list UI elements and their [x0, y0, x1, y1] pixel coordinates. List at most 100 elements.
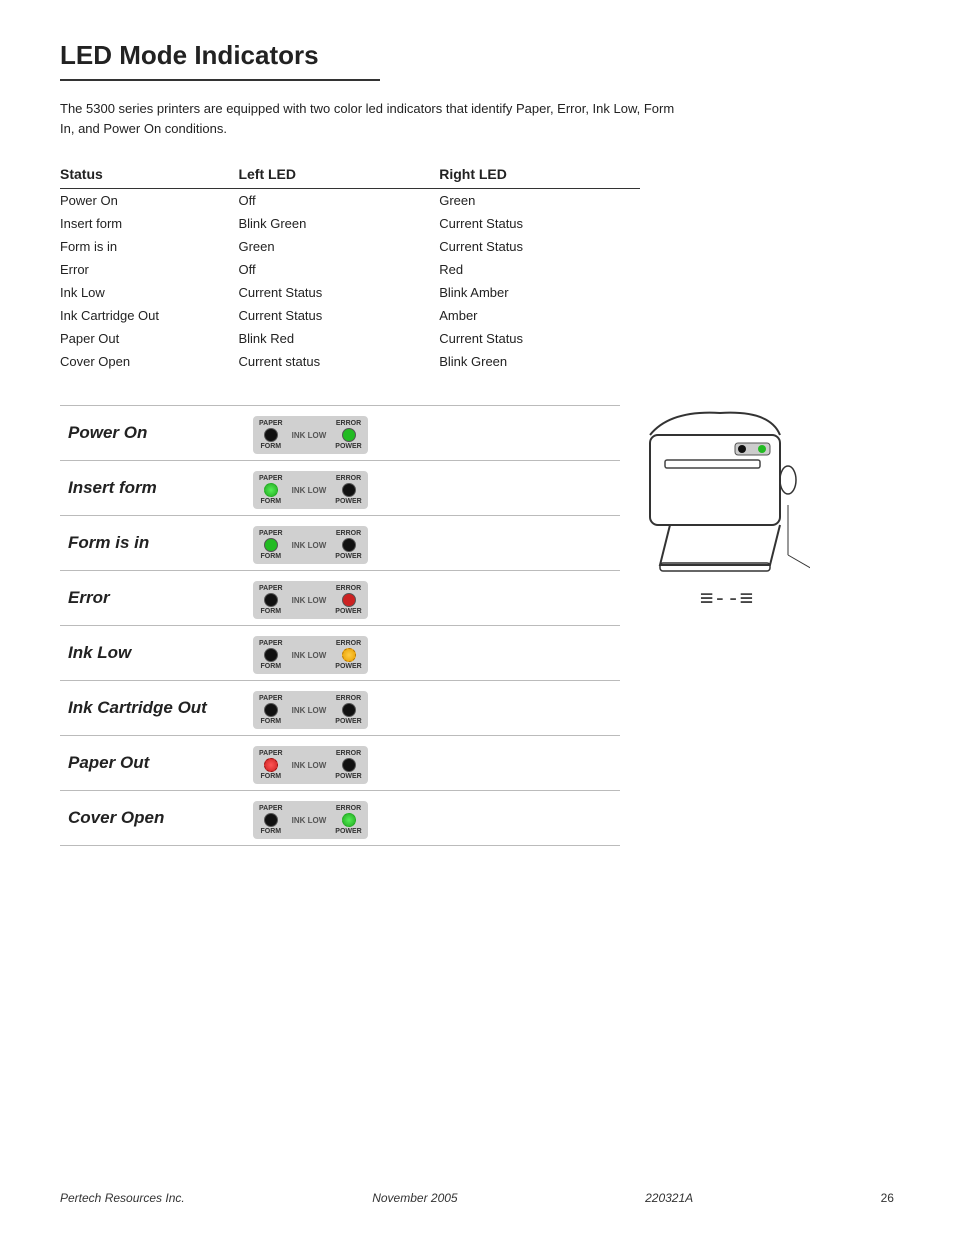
left-led-circle: [264, 813, 278, 827]
led-panel: PAPERFORMINK LOWERRORPOWER: [253, 801, 368, 839]
power-label: POWER: [335, 663, 361, 670]
left-led-circle: [264, 648, 278, 662]
left-led-circle: [264, 538, 278, 552]
status-cell: Green: [439, 189, 640, 213]
right-led-circle: [342, 483, 356, 497]
status-cell: Current Status: [238, 304, 439, 327]
left-led-group: PAPER FORM: [259, 585, 283, 615]
diagram-status-label: Form is in: [60, 516, 245, 571]
paper-label: PAPER: [259, 475, 283, 482]
diagram-status-label: Power On: [60, 406, 245, 461]
power-label: POWER: [335, 553, 361, 560]
indicator-table: Power OnPAPERFORMINK LOWERRORPOWERInsert…: [60, 405, 620, 846]
svg-text:≡--≡: ≡--≡: [700, 586, 753, 611]
led-panel: PAPERFORMINK LOWERRORPOWER: [253, 691, 368, 729]
diagram-led-cell: PAPERFORM INK LOW ERROR POWER: [245, 461, 620, 516]
paper-label: PAPER: [259, 530, 283, 537]
left-led-circle: [264, 593, 278, 607]
status-cell: Ink Cartridge Out: [60, 304, 238, 327]
error-label: ERROR: [336, 640, 361, 647]
led-panel: PAPERFORM INK LOW ERROR POWER: [253, 471, 368, 509]
status-cell: Blink Green: [238, 212, 439, 235]
left-led-group: PAPERFORM: [259, 695, 283, 725]
error-label: ERROR: [336, 750, 361, 757]
left-led-group: PAPER FORM: [259, 640, 283, 670]
status-cell: Ink Low: [60, 281, 238, 304]
diagram-led-cell: PAPERFORM INK LOW ERROR POWER: [245, 406, 620, 461]
printer-illustration: ≡--≡: [640, 405, 820, 688]
ink-low-label: INK LOW: [289, 761, 330, 770]
form-label: FORM: [261, 718, 282, 725]
led-panel: PAPERFORMINK LOWERRORPOWER: [253, 526, 368, 564]
right-led-group: ERROR POWER: [335, 805, 361, 835]
right-led-circle: [342, 648, 356, 662]
power-label: POWER: [335, 443, 361, 450]
ink-low-label: INK LOW: [289, 816, 330, 825]
status-cell: Error: [60, 258, 238, 281]
status-cell: Amber: [439, 304, 640, 327]
error-label: ERROR: [336, 475, 361, 482]
right-led-group: ERROR POWER: [335, 530, 361, 560]
error-label: ERROR: [336, 585, 361, 592]
power-label: POWER: [335, 498, 361, 505]
status-table: Status Left LED Right LED Power OnOffGre…: [60, 162, 640, 373]
paper-label: PAPER: [259, 585, 283, 592]
col-header-right-led: Right LED: [439, 162, 640, 189]
power-label: POWER: [335, 718, 361, 725]
diagram-led-cell: PAPERFORMINK LOWERRORPOWER: [245, 791, 620, 846]
status-cell: Off: [238, 189, 439, 213]
right-led-circle: [342, 538, 356, 552]
diagram-row: Ink LowPAPERFORMINK LOWERRORPOWER: [60, 626, 620, 681]
right-led-circle: [342, 593, 356, 607]
col-header-status: Status: [60, 162, 238, 189]
ink-low-label: INK LOW: [289, 431, 330, 440]
right-led-circle: [342, 813, 356, 827]
status-cell: Current Status: [238, 281, 439, 304]
status-cell: Green: [238, 235, 439, 258]
error-label: ERROR: [336, 420, 361, 427]
diagram-led-cell: PAPERFORMINK LOWERRORPOWER: [245, 516, 620, 571]
page-title: LED Mode Indicators: [60, 40, 894, 71]
right-led-circle: [342, 758, 356, 772]
title-divider: [60, 79, 380, 81]
left-led-group: PAPERFORM: [259, 475, 283, 505]
status-cell: Blink Amber: [439, 281, 640, 304]
diagram-row: Form is inPAPERFORMINK LOWERRORPOWER: [60, 516, 620, 571]
power-label: POWER: [335, 608, 361, 615]
ink-low-label: INK LOW: [289, 541, 330, 550]
diagram-status-label: Ink Low: [60, 626, 245, 681]
form-label: FORM: [261, 608, 282, 615]
diagram-status-label: Ink Cartridge Out: [60, 681, 245, 736]
ink-low-label: INK LOW: [289, 596, 330, 605]
led-panel: PAPERFORM INK LOW ERROR POWER: [253, 416, 368, 454]
ink-low-label: INK LOW: [289, 486, 330, 495]
paper-label: PAPER: [259, 640, 283, 647]
diagram-led-cell: PAPERFORMINK LOWERRORPOWER: [245, 681, 620, 736]
status-cell: Current Status: [439, 327, 640, 350]
paper-label: PAPER: [259, 420, 283, 427]
form-label: FORM: [261, 773, 282, 780]
power-label: POWER: [335, 828, 361, 835]
left-led-circle: [264, 703, 278, 717]
status-cell: Current status: [238, 350, 439, 373]
status-cell: Power On: [60, 189, 238, 213]
status-cell: Form is in: [60, 235, 238, 258]
footer-company: Pertech Resources Inc.: [60, 1191, 185, 1205]
form-label: FORM: [261, 663, 282, 670]
diagram-row: Paper OutPAPERFORMINK LOWERRORPOWER: [60, 736, 620, 791]
led-panel: PAPERFORMINK LOWERRORPOWER: [253, 746, 368, 784]
right-led-circle: [342, 703, 356, 717]
error-label: ERROR: [336, 530, 361, 537]
diagram-row: Power On PAPERFORM INK LOW ERROR POWER: [60, 406, 620, 461]
diagram-status-label: Paper Out: [60, 736, 245, 791]
left-led-group: PAPERFORM: [259, 420, 283, 450]
footer-doc-number: 220321A: [645, 1191, 693, 1205]
diagram-section: Power OnPAPERFORMINK LOWERRORPOWERInsert…: [60, 405, 894, 846]
status-cell: Cover Open: [60, 350, 238, 373]
error-label: ERROR: [336, 805, 361, 812]
right-led-group: ERROR POWER: [335, 420, 361, 450]
status-cell: Insert form: [60, 212, 238, 235]
diagram-row: ErrorPAPERFORMINK LOWERRORPOWER: [60, 571, 620, 626]
led-panel: PAPERFORMINK LOWERRORPOWER: [253, 636, 368, 674]
status-cell: Blink Green: [439, 350, 640, 373]
